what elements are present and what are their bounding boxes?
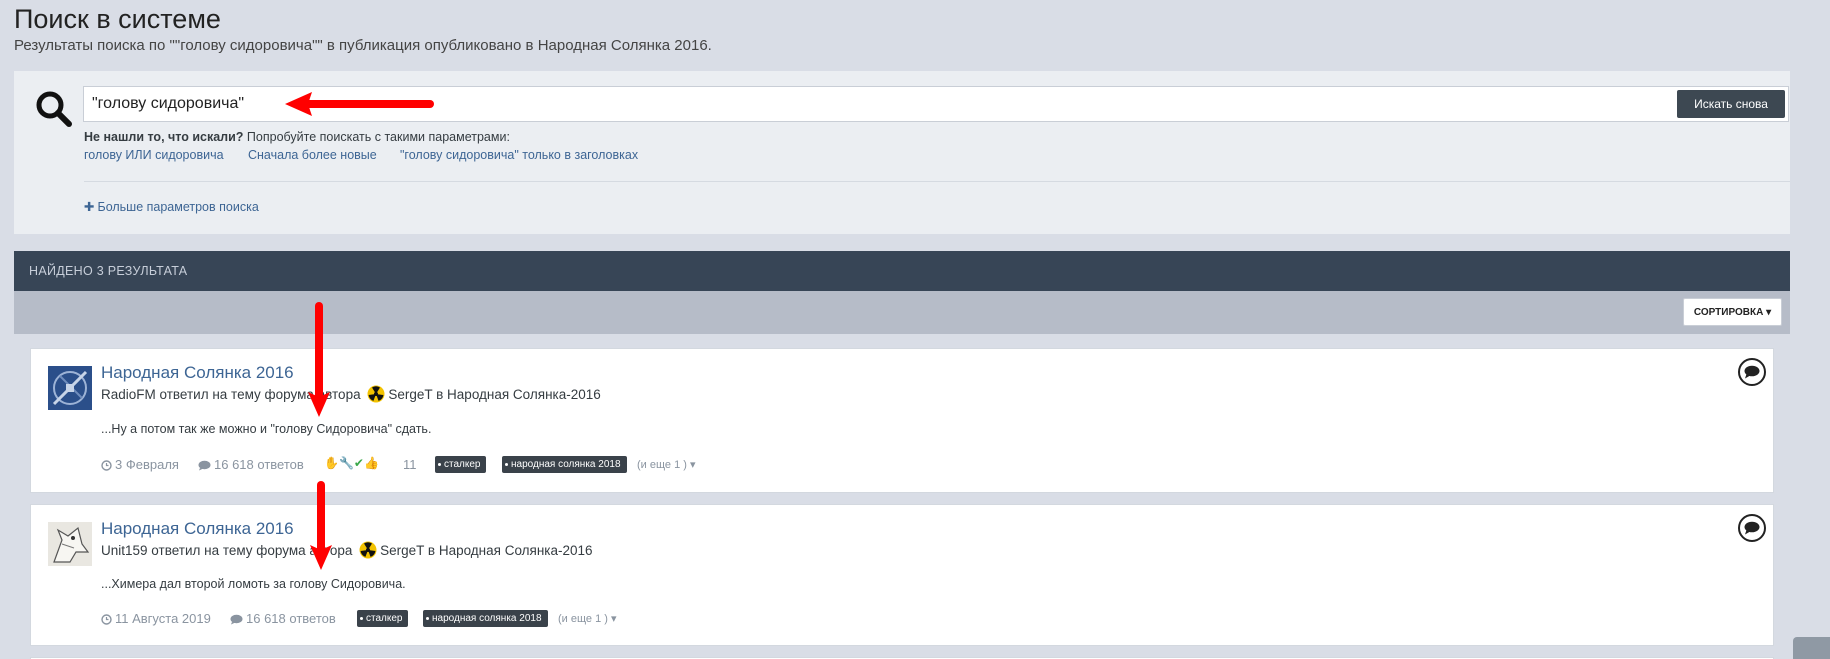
- author-link[interactable]: SergeT: [380, 543, 424, 558]
- result-card: Народная Солянка 2016 Unit159 ответил на…: [30, 504, 1774, 646]
- clock-icon: [101, 460, 112, 471]
- search-hint: Не нашли то, что искали? Попробуйте поис…: [84, 130, 510, 144]
- replies-stat: 16 618 ответов: [230, 611, 336, 626]
- date-stat: 11 Августа 2019: [101, 611, 211, 626]
- divider: [84, 181, 1790, 182]
- radiation-icon: [359, 541, 377, 559]
- result-title[interactable]: Народная Солянка 2016: [101, 363, 294, 383]
- user-link[interactable]: RadioFM: [101, 387, 156, 402]
- scroll-top-button[interactable]: [1793, 637, 1830, 659]
- more-tags-link[interactable]: (и еще 1 ) ▾: [558, 612, 617, 625]
- meta-action: ответил на тему форума автора: [147, 543, 357, 558]
- tag-stalker[interactable]: сталкер: [435, 456, 487, 473]
- tag-stalker[interactable]: сталкер: [357, 610, 409, 627]
- search-again-button[interactable]: Искать снова: [1677, 90, 1785, 118]
- result-title[interactable]: Народная Солянка 2016: [101, 519, 294, 539]
- avatar: [48, 522, 92, 566]
- result-card: Народная Солянка 2016 RadioFM ответил на…: [30, 348, 1774, 493]
- date-label: 3 Февраля: [115, 457, 179, 472]
- caret-down-icon: ▾: [1766, 306, 1772, 318]
- wrench-icon: 🔧: [338, 456, 354, 470]
- plus-icon: ✚: [84, 200, 95, 214]
- sort-button[interactable]: СОРТИРОВКА ▾: [1683, 298, 1782, 326]
- more-tags-label: (и еще 1 ): [558, 613, 608, 625]
- page-subtitle: Результаты поиска по ""голову сидоровича…: [14, 37, 712, 54]
- hint-title: Не нашли то, что искали?: [84, 130, 244, 144]
- radiation-icon: [367, 385, 385, 403]
- more-tags-link[interactable]: (и еще 1 ) ▾: [637, 458, 696, 471]
- check-icon: ✔: [353, 456, 364, 470]
- result-meta: RadioFM ответил на тему форума автора Se…: [101, 385, 601, 403]
- date-label: 11 Августа 2019: [115, 611, 211, 626]
- more-tags-label: (и еще 1 ): [637, 459, 687, 471]
- author-link[interactable]: SergeT: [388, 387, 432, 402]
- replies-stat: 16 618 ответов: [198, 457, 304, 472]
- comment-type-icon: [1738, 358, 1766, 386]
- meta-in: в Народная Солянка-2016: [424, 543, 593, 558]
- result-snippet: ...Ну а потом так же можно и "голову Сид…: [101, 422, 432, 436]
- replies-label: 16 618 ответов: [214, 457, 304, 472]
- meta-action: ответил на тему форума автора: [155, 387, 365, 402]
- hint-text: Попробуйте поискать с такими параметрами…: [243, 130, 510, 144]
- meta-in: в Народная Солянка-2016: [432, 387, 601, 402]
- page-title: Поиск в системе: [14, 4, 221, 34]
- tag-solyanka[interactable]: народная солянка 2018: [423, 610, 548, 627]
- thumbs-up-icon: 👍: [363, 456, 379, 470]
- reactions[interactable]: ✋🔧✔👍: [324, 456, 379, 470]
- search-icon: [36, 91, 72, 127]
- results-count: НАЙДЕНО 3 РЕЗУЛЬТАТА: [29, 264, 188, 278]
- clap-icon: ✋: [324, 456, 339, 470]
- sort-bar: СОРТИРОВКА ▾: [14, 291, 1790, 334]
- suggestion-link-newest[interactable]: Сначала более новые: [248, 148, 377, 162]
- suggestion-link-or[interactable]: голову ИЛИ сидоровича: [84, 148, 224, 162]
- user-link[interactable]: Unit159: [101, 543, 148, 558]
- search-panel: Искать снова Не нашли то, что искали? По…: [14, 71, 1790, 234]
- search-input[interactable]: [92, 91, 1642, 117]
- sort-label: СОРТИРОВКА: [1693, 306, 1764, 318]
- comment-icon: [230, 614, 243, 625]
- search-box: Искать снова: [83, 86, 1789, 122]
- tag-solyanka[interactable]: народная солянка 2018: [502, 456, 627, 473]
- result-meta: Unit159 ответил на тему форума автора Se…: [101, 541, 593, 559]
- results-header: НАЙДЕНО 3 РЕЗУЛЬТАТА: [14, 251, 1790, 291]
- comment-type-icon: [1738, 514, 1766, 542]
- clock-icon: [101, 614, 112, 625]
- date-stat: 3 Февраля: [101, 457, 179, 472]
- avatar: [48, 366, 92, 410]
- replies-label: 16 618 ответов: [246, 611, 336, 626]
- comment-icon: [198, 460, 211, 471]
- suggestion-link-titles[interactable]: "голову сидоровича" только в заголовках: [400, 148, 638, 162]
- more-search-params-link[interactable]: ✚ Больше параметров поиска: [84, 199, 259, 214]
- reaction-count: 11: [403, 457, 417, 472]
- result-snippet: ...Химера дал второй ломоть за голову Си…: [101, 577, 406, 591]
- more-params-label: Больше параметров поиска: [97, 200, 259, 214]
